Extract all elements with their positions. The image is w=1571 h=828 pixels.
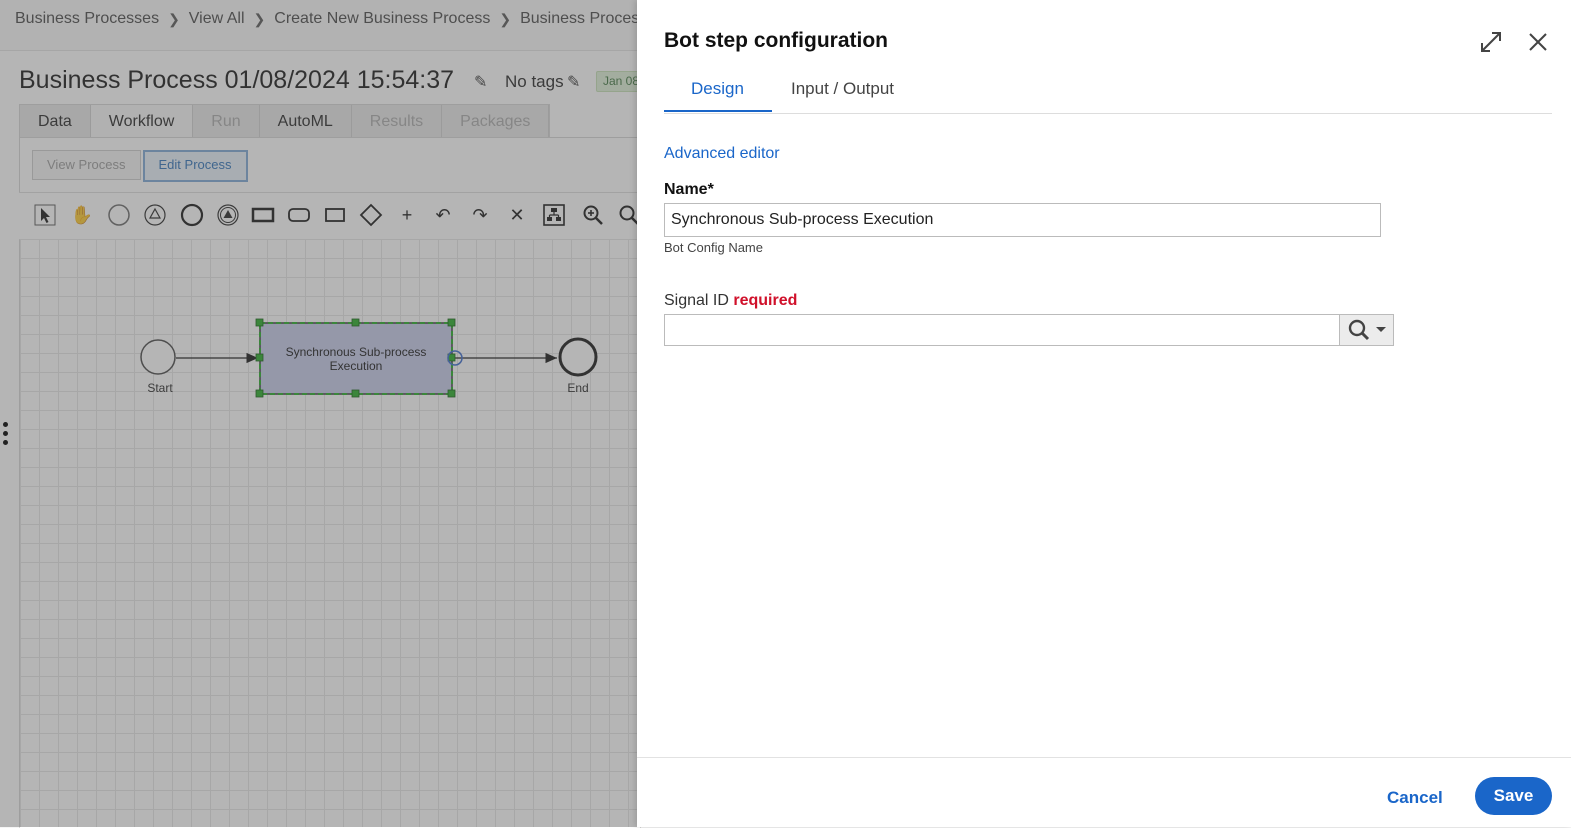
expand-icon[interactable]	[1478, 29, 1504, 55]
search-icon	[1348, 319, 1386, 341]
signal-id-input[interactable]	[664, 314, 1341, 346]
panel-tabs: Design Input / Output	[664, 67, 1552, 114]
signal-id-label-text: Signal ID	[664, 292, 729, 309]
cancel-button[interactable]: Cancel	[1387, 788, 1443, 808]
tab-design[interactable]: Design	[691, 79, 744, 99]
name-field[interactable]	[664, 203, 1381, 237]
save-button[interactable]: Save	[1475, 777, 1552, 815]
signal-id-label: Signal ID required	[664, 292, 797, 310]
active-tab-indicator	[664, 110, 772, 112]
tab-input-output[interactable]: Input / Output	[791, 79, 894, 99]
required-indicator: required	[733, 292, 798, 309]
advanced-editor-link[interactable]: Advanced editor	[664, 145, 780, 163]
more-vertical-icon[interactable]	[3, 422, 9, 449]
bot-step-config-panel: Bot step configuration Design Input / Ou…	[637, 0, 1571, 827]
modal-backdrop[interactable]	[0, 0, 637, 827]
signal-search-dropdown-button[interactable]	[1339, 314, 1394, 346]
name-field-hint: Bot Config Name	[664, 240, 763, 255]
close-icon[interactable]	[1525, 29, 1551, 55]
panel-title: Bot step configuration	[664, 29, 888, 52]
name-field-label: Name*	[664, 181, 714, 198]
